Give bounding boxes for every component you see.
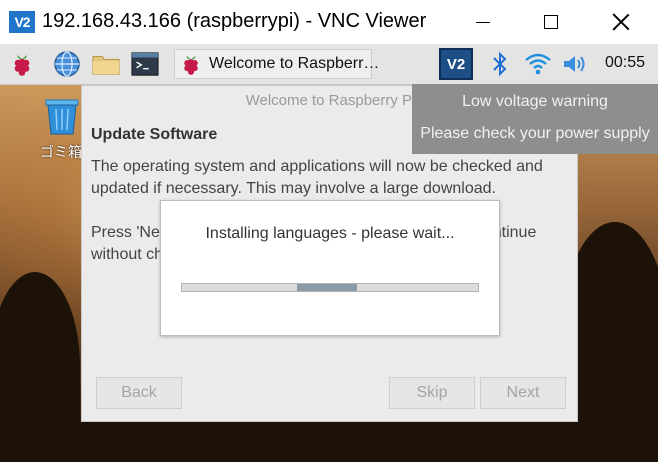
window-title: 192.168.43.166 (raspberrypi) - VNC Viewe… [42,10,427,32]
bluetooth-icon[interactable] [486,50,514,78]
notification-message: Please check your power supply [420,125,650,142]
dialog-heading: Update Software [91,126,218,143]
wifi-icon[interactable] [524,50,552,78]
pi-taskbar: Welcome to Raspberr… [0,44,658,85]
terminal-icon[interactable] [131,50,159,78]
close-button[interactable] [598,0,644,44]
trash-label: ゴミ箱 [40,144,82,160]
progress-bar [181,283,479,292]
dialog-body-text: The operating system and applications wi… [91,158,543,197]
maximize-icon [544,15,558,29]
folder-icon[interactable] [92,50,120,78]
taskbar-item-label: Welcome to Raspberr… [209,55,380,72]
tree-silhouette [0,422,658,462]
trash-icon[interactable] [42,96,82,136]
maximize-button[interactable] [528,0,574,44]
volume-icon[interactable] [561,50,589,78]
raspberry-pi-icon [179,51,203,77]
back-button[interactable]: Back [96,377,182,409]
progress-message: Installing languages - please wait... [205,225,455,242]
next-button[interactable]: Next [480,377,566,409]
taskbar-item-welcome[interactable]: Welcome to Raspberr… [174,49,379,79]
notification-title: Low voltage warning [462,93,608,110]
minimize-icon [476,21,490,23]
skip-button[interactable]: Skip [389,377,475,409]
raspberry-pi-menu-icon[interactable] [8,50,36,78]
globe-icon[interactable] [53,50,81,78]
vnc-logo-icon: V2 [9,11,35,33]
taskbar-clock[interactable]: 00:55 [605,54,645,72]
close-icon [612,13,630,31]
progress-bar-fill [297,284,357,291]
minimize-button[interactable] [460,0,506,44]
vnc-titlebar: V2 192.168.43.166 (raspberrypi) - VNC Vi… [0,0,658,44]
progress-dialog: Installing languages - please wait... [160,200,500,336]
low-voltage-notification[interactable]: Low voltage warning Please check your po… [412,84,658,154]
vnc-server-tray-icon[interactable]: V2 [439,48,473,80]
